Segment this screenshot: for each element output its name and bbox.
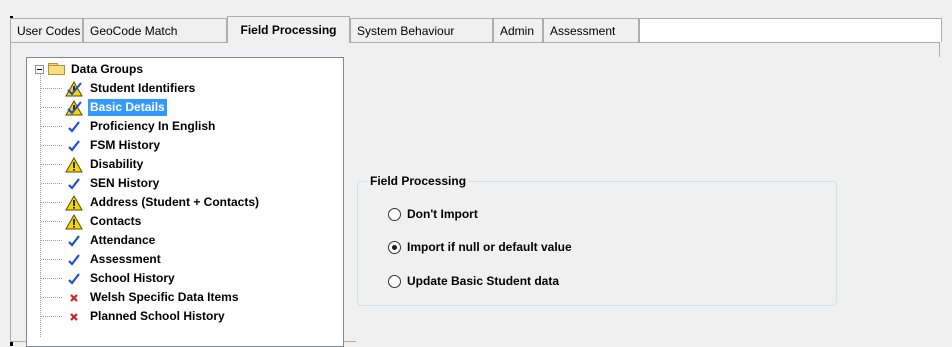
tree-item[interactable]: FSM History bbox=[27, 136, 162, 155]
collapse-icon[interactable] bbox=[35, 64, 44, 74]
cross-icon bbox=[65, 290, 83, 306]
tree-root-label: Data Groups bbox=[71, 62, 144, 76]
tree-item[interactable]: Contacts bbox=[27, 212, 143, 231]
tree-item-label: Contacts bbox=[90, 214, 142, 228]
tree-item[interactable]: Address (Student + Contacts) bbox=[27, 193, 261, 212]
tab-system-behaviour[interactable]: System Behaviour bbox=[350, 18, 493, 42]
tree-item-label: Planned School History bbox=[90, 309, 225, 323]
tree-connector bbox=[41, 240, 63, 241]
tree-connector bbox=[41, 88, 63, 89]
warning-checked-icon bbox=[65, 99, 83, 116]
checkmark-icon bbox=[65, 271, 83, 287]
tree-item[interactable]: Planned School History bbox=[27, 307, 227, 326]
tree-item-label: Welsh Specific Data Items bbox=[90, 290, 239, 304]
folder-icon bbox=[48, 62, 66, 76]
checkmark-icon bbox=[65, 176, 83, 192]
tree-item-label: Student Identifiers bbox=[90, 81, 196, 95]
data-groups-tree[interactable]: Data Groups Student Identifiers Basic Det… bbox=[26, 57, 344, 347]
radio-label: Don't Import bbox=[407, 207, 478, 221]
warning-icon bbox=[65, 156, 83, 173]
checkmark-icon bbox=[65, 138, 83, 154]
checkmark-icon bbox=[65, 252, 83, 268]
tab-label: GeoCode Match bbox=[90, 24, 178, 38]
tree-root-node[interactable]: Data Groups bbox=[35, 61, 143, 77]
warning-icon bbox=[65, 213, 83, 230]
tree-item-label: Disability bbox=[90, 157, 144, 171]
tab-field-processing[interactable]: Field Processing bbox=[227, 16, 350, 43]
radio-button-icon[interactable] bbox=[388, 207, 401, 221]
tree-connector bbox=[41, 183, 63, 184]
radio-dont-import[interactable]: Don't Import bbox=[388, 206, 478, 222]
tab-user-codes[interactable]: User Codes bbox=[10, 18, 83, 42]
tree-connector bbox=[41, 221, 63, 222]
tree-item[interactable]: School History bbox=[27, 269, 177, 288]
tree-item[interactable]: Attendance bbox=[27, 231, 157, 250]
radio-label: Update Basic Student data bbox=[407, 274, 560, 288]
tree-connector bbox=[41, 202, 63, 203]
tree-item-label: SEN History bbox=[90, 176, 160, 190]
tree-item-label: Assessment bbox=[90, 252, 161, 266]
tab-strip-filler bbox=[639, 18, 942, 42]
tab-geocode-match[interactable]: GeoCode Match bbox=[83, 18, 227, 42]
tree-connector bbox=[41, 164, 63, 165]
tab-label: Admin bbox=[500, 24, 535, 38]
radio-update-basic[interactable]: Update Basic Student data bbox=[388, 273, 559, 289]
tab-assessment[interactable]: Assessment bbox=[543, 18, 639, 42]
tab-label: Field Processing bbox=[240, 23, 337, 37]
warning-checked-icon bbox=[65, 80, 83, 97]
tree-item-label: FSM History bbox=[90, 138, 161, 152]
radio-button-icon[interactable] bbox=[388, 274, 401, 288]
tree-item[interactable]: Basic Details bbox=[27, 98, 167, 117]
field-processing-title: Field Processing bbox=[367, 174, 470, 188]
tab-label: System Behaviour bbox=[357, 24, 455, 38]
tree-item[interactable]: Proficiency In English bbox=[27, 117, 217, 136]
tree-connector bbox=[41, 316, 63, 317]
tree-connector bbox=[41, 278, 63, 279]
radio-import-if-null[interactable]: Import if null or default value bbox=[388, 239, 572, 255]
tab-label: User Codes bbox=[17, 24, 81, 38]
warning-icon bbox=[65, 194, 83, 211]
tree-connector bbox=[41, 107, 63, 108]
checkmark-icon bbox=[65, 233, 83, 249]
tab-strip: User Codes GeoCode Match System Behaviou… bbox=[10, 16, 942, 43]
tree-item-label: Proficiency In English bbox=[90, 119, 216, 133]
tree-item-label: Attendance bbox=[90, 233, 156, 247]
tree-connector bbox=[41, 126, 63, 127]
tree-connector bbox=[41, 145, 63, 146]
tree-item[interactable]: Assessment bbox=[27, 250, 163, 269]
tab-label: Assessment bbox=[550, 24, 616, 38]
tree-item[interactable]: Disability bbox=[27, 155, 145, 174]
tree-item-label: Address (Student + Contacts) bbox=[90, 195, 260, 209]
tree-connector bbox=[41, 297, 63, 298]
radio-button-icon[interactable] bbox=[388, 240, 401, 254]
tree-connector bbox=[41, 259, 63, 260]
cross-icon bbox=[65, 309, 83, 325]
tree-item-label: School History bbox=[90, 271, 175, 285]
tab-admin[interactable]: Admin bbox=[493, 18, 543, 42]
radio-label: Import if null or default value bbox=[407, 240, 572, 254]
tree-item-label: Basic Details bbox=[88, 99, 167, 116]
tree-item[interactable]: Student Identifiers bbox=[27, 79, 197, 98]
tree-item[interactable]: Welsh Specific Data Items bbox=[27, 288, 241, 307]
checkmark-icon bbox=[65, 119, 83, 135]
tree-item[interactable]: SEN History bbox=[27, 174, 161, 193]
